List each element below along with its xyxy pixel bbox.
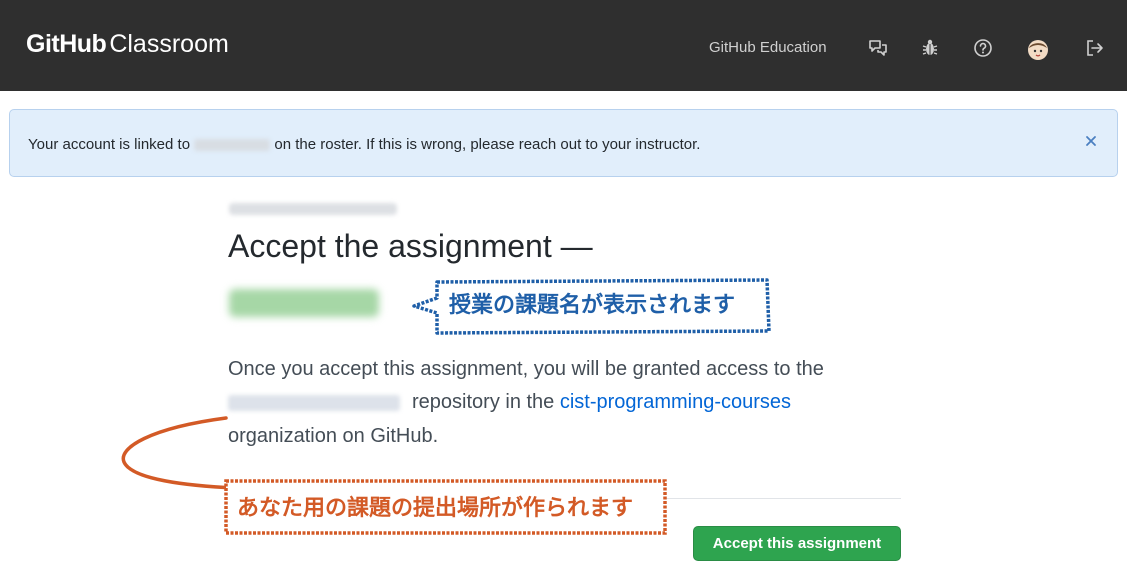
annotation-overlay [121, 278, 771, 535]
callout-repository-text: あなた用の課題の提出場所が作られます [237, 496, 634, 521]
callout-repository-connector [121, 416, 238, 490]
callout-assignment-name-text: 授業の課題名が表示されます [449, 293, 736, 318]
